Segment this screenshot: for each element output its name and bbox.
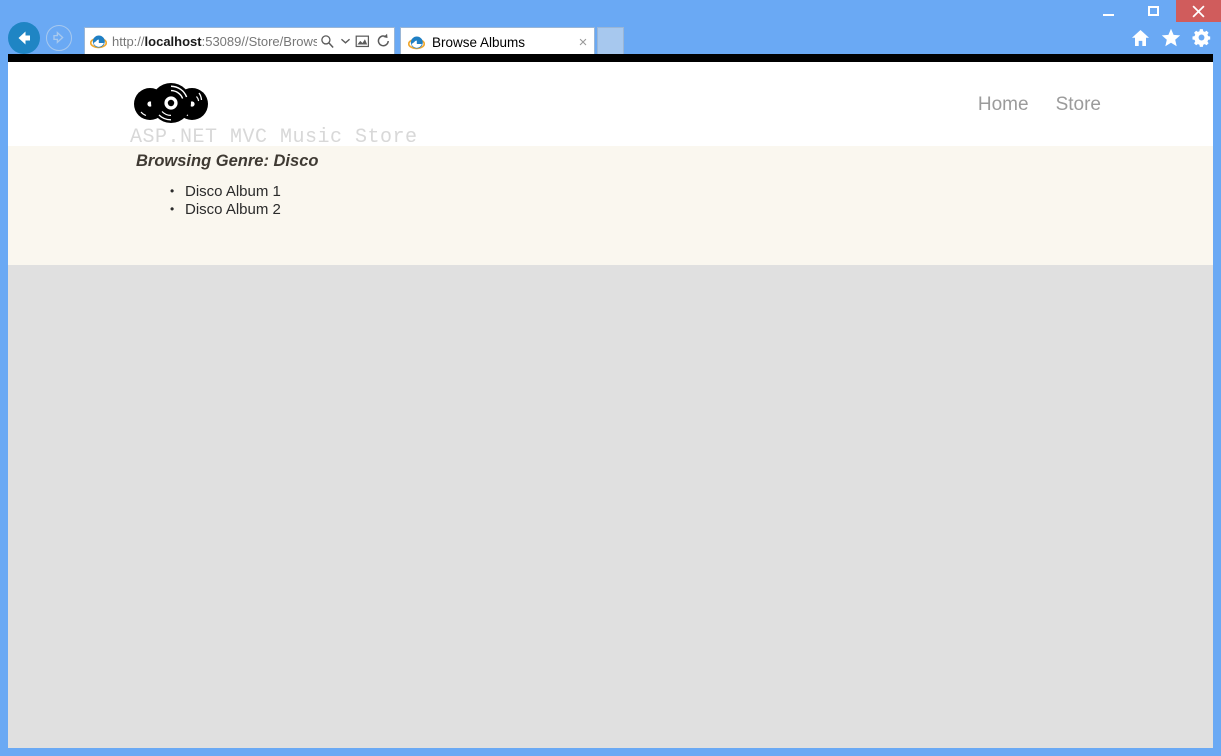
browser-toolbar-icons (1131, 28, 1211, 47)
forward-arrow-icon (53, 31, 64, 44)
site-branding[interactable]: ASP.NET MVC Music Store (130, 82, 418, 149)
favorites-star-icon[interactable] (1161, 28, 1181, 47)
new-tab-button[interactable] (597, 27, 624, 56)
address-bar[interactable]: http://localhost:53089//Store/Browse?Ge (84, 27, 395, 55)
tab-browse-albums[interactable]: Browse Albums × (400, 27, 595, 56)
minimize-button[interactable] (1086, 0, 1131, 22)
page-content-band: Browsing Genre: Disco Disco Album 1 Disc… (8, 146, 1213, 265)
ie-icon (90, 35, 107, 48)
maximize-button[interactable] (1131, 0, 1176, 22)
list-item: Disco Album 1 (168, 182, 281, 201)
nav-link-store[interactable]: Store (1056, 94, 1101, 116)
browser-titlebar: http://localhost:53089//Store/Browse?Ge (0, 0, 1221, 56)
maximize-icon (1148, 6, 1159, 16)
close-window-button[interactable] (1176, 0, 1221, 22)
back-arrow-icon (18, 31, 30, 45)
tab-title: Browse Albums (432, 34, 526, 50)
settings-gear-icon[interactable] (1192, 28, 1211, 47)
minimize-icon (1103, 13, 1114, 16)
navigation-buttons (8, 22, 80, 54)
window-controls (1086, 0, 1221, 22)
compatibility-view-icon[interactable] (352, 28, 373, 54)
page-top-black-bar (8, 54, 1213, 62)
main-navigation: Home Store (978, 94, 1101, 116)
refresh-icon[interactable] (373, 28, 394, 54)
page-background-fill (8, 265, 1213, 748)
back-button[interactable] (8, 22, 40, 54)
page-viewport: ASP.NET MVC Music Store Home Store Brows… (8, 54, 1213, 748)
page-title: Browsing Genre: Disco (136, 152, 319, 170)
forward-button[interactable] (46, 25, 72, 51)
chevron-down-icon[interactable] (338, 28, 352, 54)
search-icon[interactable] (317, 28, 338, 54)
url-text: http://localhost:53089//Store/Browse?Ge (112, 33, 317, 49)
site-header: ASP.NET MVC Music Store Home Store (8, 62, 1213, 149)
close-icon (1192, 4, 1205, 18)
vinyl-records-logo (134, 83, 208, 123)
album-list: Disco Album 1 Disco Album 2 (168, 182, 281, 219)
home-icon[interactable] (1131, 29, 1150, 47)
browser-window: http://localhost:53089//Store/Browse?Ge (0, 0, 1221, 756)
ie-icon (408, 36, 425, 49)
close-icon[interactable]: × (572, 34, 594, 51)
list-item: Disco Album 2 (168, 200, 281, 219)
nav-link-home[interactable]: Home (978, 94, 1029, 116)
